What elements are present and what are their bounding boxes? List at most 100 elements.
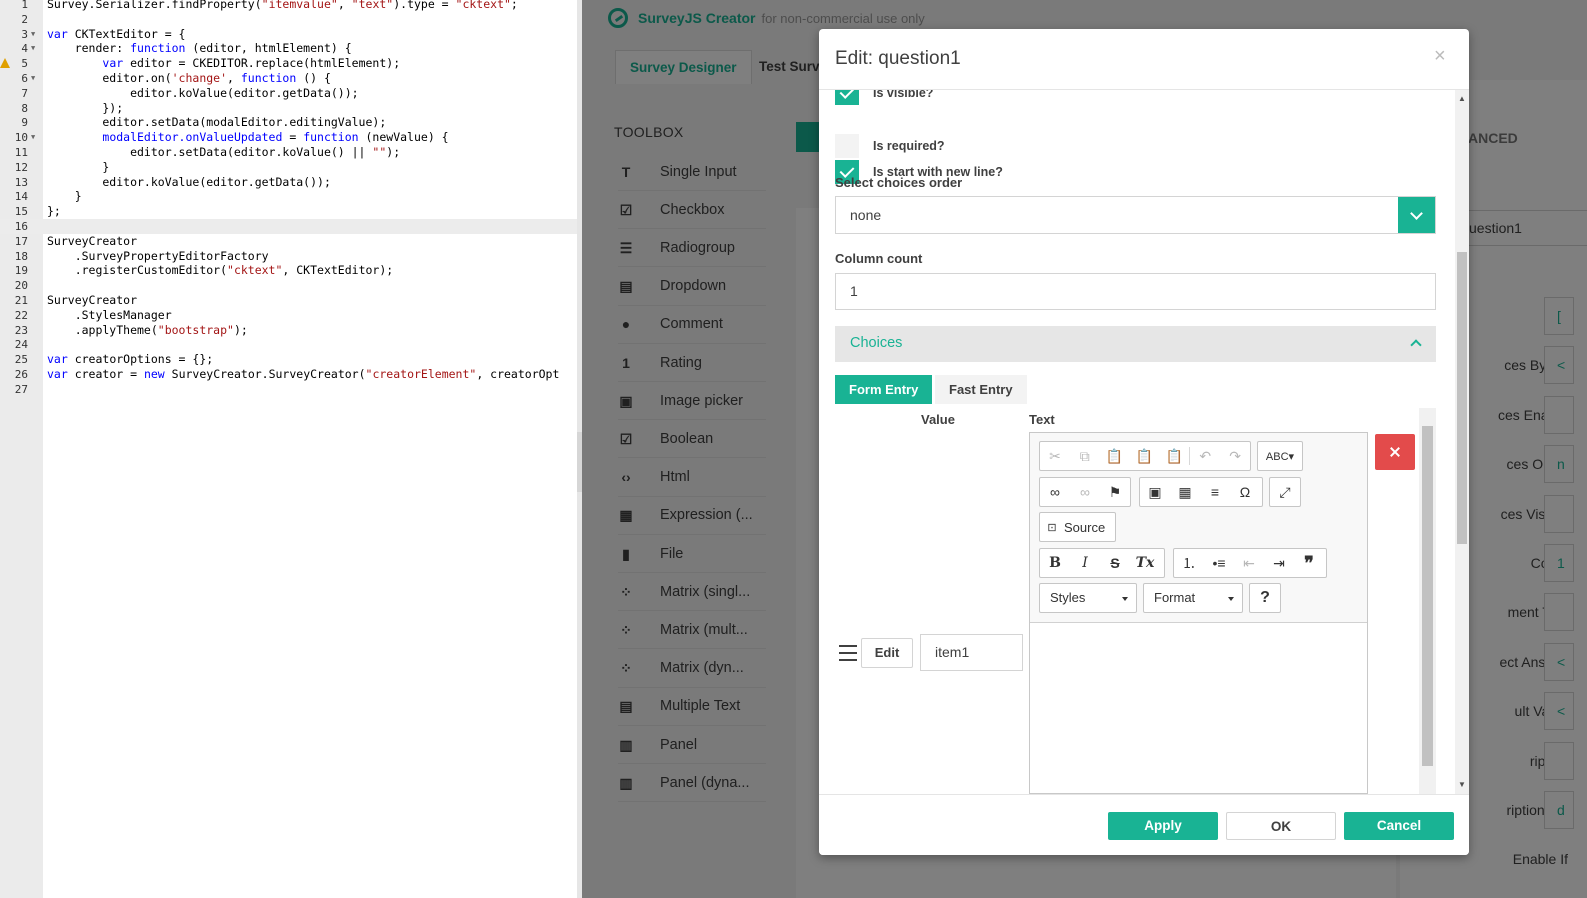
remove-format-icon[interactable]: Tx — [1130, 549, 1160, 577]
code-line[interactable]: 23 .applyTheme("bootstrap"); — [0, 323, 577, 338]
code-line[interactable]: 13 editor.koValue(editor.getData()); — [0, 175, 577, 190]
code-line[interactable]: 15}; — [0, 204, 577, 219]
anchor-flag-icon[interactable]: ⚑ — [1100, 478, 1130, 506]
code-line[interactable]: 21 SurveyCreator — [0, 293, 577, 308]
paste-word-icon[interactable]: 📋 — [1159, 442, 1189, 470]
help-icon[interactable]: ? — [1249, 583, 1281, 613]
code-line[interactable]: 26 var creator = new SurveyCreator.Survey… — [0, 367, 577, 382]
checkbox-unchecked-icon[interactable] — [835, 134, 859, 158]
table-icon[interactable]: ▦ — [1170, 478, 1200, 506]
ok-button[interactable]: OK — [1226, 812, 1336, 840]
rich-text-editor[interactable]: ✂ ⧉ 📋 📋 📋 ↶ ↷ ABC▾ ∞ ∞ ⚑ ▣ ▦ ≡ Ω ⤢ ⊡ Sou… — [1029, 432, 1368, 794]
code-line[interactable]: 14 } — [0, 189, 577, 204]
source-icon[interactable]: ⊡ — [1040, 513, 1064, 541]
code-text[interactable]: Survey.Serializer.findProperty("itemvalu… — [47, 0, 518, 12]
cut-icon[interactable]: ✂ — [1040, 442, 1070, 470]
item-value-input[interactable]: item1 — [920, 634, 1023, 671]
code-line[interactable]: 27 — [0, 382, 577, 397]
format-dropdown[interactable]: Format — [1143, 583, 1243, 613]
redo-icon[interactable]: ↷ — [1220, 442, 1250, 470]
checkbox-is-required[interactable]: Is required? — [835, 134, 945, 158]
edit-item-button[interactable]: Edit — [861, 638, 913, 668]
dialog-scrollbar-thumb[interactable] — [1457, 252, 1467, 544]
code-text[interactable]: .SurveyPropertyEditorFactory — [47, 249, 269, 264]
cancel-button[interactable]: Cancel — [1344, 812, 1454, 840]
code-text[interactable]: } — [47, 160, 109, 175]
code-text[interactable]: modalEditor.onValueUpdated = function (n… — [47, 130, 448, 145]
undo-icon[interactable]: ↶ — [1190, 442, 1220, 470]
choices-order-select[interactable]: none — [835, 196, 1436, 234]
link-icon[interactable]: ∞ — [1040, 478, 1070, 506]
outdent-icon[interactable]: ⇤ — [1234, 549, 1264, 577]
spellcheck-icon[interactable]: ABC▾ — [1258, 442, 1302, 470]
code-text[interactable]: var editor = CKEDITOR.replace(htmlElemen… — [47, 56, 400, 71]
bulleted-list-icon[interactable]: •≡ — [1204, 549, 1234, 577]
code-text[interactable]: }; — [47, 204, 61, 219]
checkbox-checked-icon[interactable] — [835, 90, 859, 105]
code-text[interactable]: editor.koValue(editor.getData()); — [47, 86, 358, 101]
paste-icon[interactable]: 📋 — [1100, 442, 1130, 470]
code-text[interactable]: editor.on('change', function () { — [47, 71, 331, 86]
code-line[interactable]: 8 }); — [0, 101, 577, 116]
code-text[interactable]: editor.setData(editor.koValue() || ""); — [47, 145, 400, 160]
tab-form-entry[interactable]: Form Entry — [835, 375, 933, 404]
code-text[interactable]: SurveyCreator — [47, 234, 137, 249]
code-line[interactable]: 9 editor.setData(modalEditor.editingValu… — [0, 115, 577, 130]
code-line[interactable]: 4 ▼ render: function (editor, htmlElement… — [0, 41, 577, 56]
unlink-icon[interactable]: ∞ — [1070, 478, 1100, 506]
blockquote-icon[interactable]: ❞ — [1294, 549, 1324, 577]
items-scrollbar-thumb[interactable] — [1422, 426, 1433, 766]
code-text[interactable]: SurveyCreator — [47, 293, 137, 308]
code-line[interactable]: 18 .SurveyPropertyEditorFactory — [0, 249, 577, 264]
code-line[interactable]: 12 } — [0, 160, 577, 175]
code-line[interactable]: 6 ▼ editor.on('change', function () { — [0, 71, 577, 86]
maximize-icon[interactable]: ⤢ — [1270, 478, 1300, 506]
code-line[interactable]: 25 var creatorOptions = {}; — [0, 352, 577, 367]
scroll-up-icon[interactable]: ▲ — [1457, 94, 1467, 103]
source-button[interactable]: Source — [1064, 520, 1105, 535]
fold-arrow-icon[interactable]: ▼ — [31, 27, 35, 42]
code-line[interactable]: 11 editor.setData(editor.koValue() || ""… — [0, 145, 577, 160]
code-line[interactable]: 19 .registerCustomEditor("cktext", CKTex… — [0, 263, 577, 278]
checkbox-is-visible[interactable]: Is visible? — [835, 90, 933, 105]
dialog-body[interactable]: Is visible? Is required? Is start with n… — [819, 90, 1469, 794]
apply-button[interactable]: Apply — [1108, 812, 1218, 840]
numbered-list-icon[interactable]: ⒈ — [1174, 549, 1204, 577]
choices-section-header[interactable]: Choices — [835, 326, 1436, 362]
column-count-input[interactable]: 1 — [835, 273, 1436, 310]
code-text[interactable]: .StylesManager — [47, 308, 172, 323]
paste-text-icon[interactable]: 📋 — [1130, 442, 1160, 470]
code-line[interactable]: 20 — [0, 278, 577, 293]
code-line[interactable]: 17 SurveyCreator — [0, 234, 577, 249]
strikethrough-icon[interactable]: S — [1100, 549, 1130, 577]
fold-arrow-icon[interactable]: ▼ — [31, 130, 35, 145]
scroll-down-icon[interactable]: ▼ — [1457, 780, 1467, 789]
fold-arrow-icon[interactable]: ▼ — [31, 41, 35, 56]
styles-dropdown[interactable]: Styles — [1039, 583, 1137, 613]
image-icon[interactable]: ▣ — [1140, 478, 1170, 506]
close-icon[interactable]: × — [1434, 45, 1446, 68]
tab-fast-entry[interactable]: Fast Entry — [935, 375, 1027, 404]
horizontal-line-icon[interactable]: ≡ — [1200, 478, 1230, 506]
code-line[interactable]: 2 — [0, 12, 577, 27]
delete-item-button[interactable] — [1375, 434, 1415, 470]
bold-icon[interactable]: B — [1040, 549, 1070, 577]
code-line[interactable]: 22 .StylesManager — [0, 308, 577, 323]
code-editor[interactable]: 1 Survey.Serializer.findProperty("itemval… — [0, 0, 577, 898]
code-text[interactable]: var CKTextEditor = { — [47, 27, 185, 42]
code-text[interactable]: var creator = new SurveyCreator.SurveyCr… — [47, 367, 559, 382]
code-text[interactable]: render: function (editor, htmlElement) { — [47, 41, 352, 56]
indent-icon[interactable]: ⇥ — [1264, 549, 1294, 577]
code-text[interactable]: } — [47, 189, 82, 204]
code-line[interactable]: 3 ▼ var CKTextEditor = { — [0, 27, 577, 42]
drag-handle-icon[interactable] — [839, 645, 857, 661]
code-text[interactable]: var creatorOptions = {}; — [47, 352, 213, 367]
code-text[interactable]: .applyTheme("bootstrap"); — [47, 323, 248, 338]
code-text[interactable]: }); — [47, 101, 123, 116]
chevron-down-icon[interactable] — [1398, 197, 1435, 233]
italic-icon[interactable]: I — [1070, 549, 1100, 577]
code-text[interactable]: editor.setData(modalEditor.editingValue)… — [47, 115, 386, 130]
fold-arrow-icon[interactable]: ▼ — [31, 71, 35, 86]
code-line[interactable]: 5 var editor = CKEDITOR.replace(htmlElem… — [0, 56, 577, 71]
code-line[interactable]: 10 ▼ modalEditor.onValueUpdated = functio… — [0, 130, 577, 145]
